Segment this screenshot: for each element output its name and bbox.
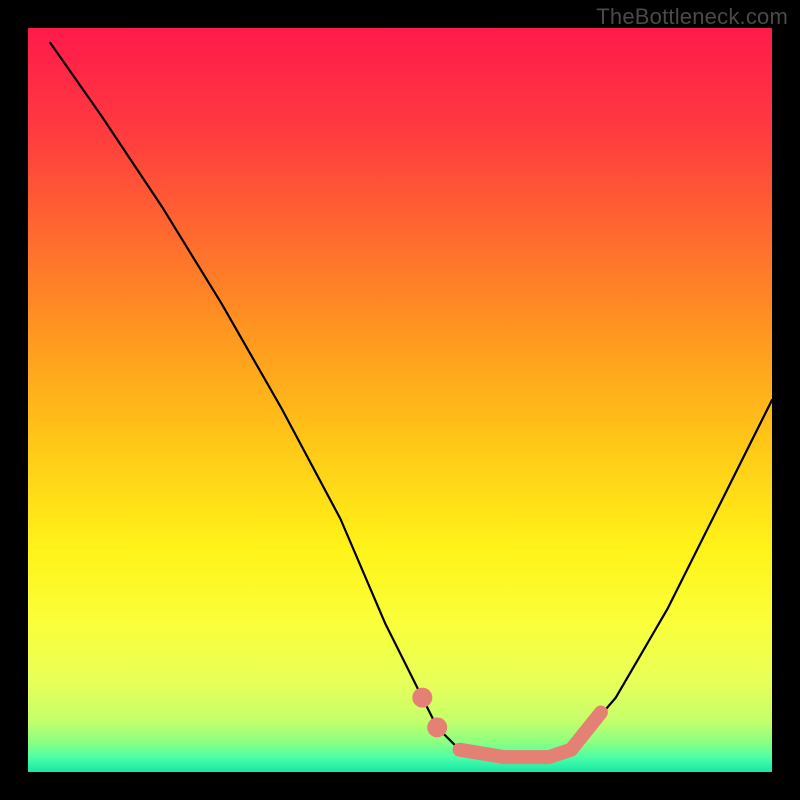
highlight-dot <box>427 717 447 737</box>
highlight-dot <box>412 688 432 708</box>
highlight-segment <box>460 713 601 758</box>
bottleneck-curve <box>50 43 772 757</box>
chart-plot-area <box>28 28 772 772</box>
chart-stage: TheBottleneck.com <box>0 0 800 800</box>
curve-layer <box>28 28 772 772</box>
watermark-text: TheBottleneck.com <box>596 4 788 30</box>
